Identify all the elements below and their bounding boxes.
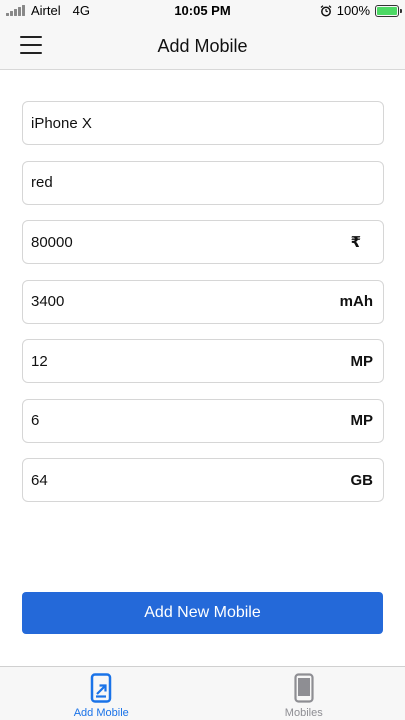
storage-field[interactable]: GB xyxy=(22,458,384,502)
storage-unit-label: GB xyxy=(350,471,374,489)
battery-field[interactable]: mAh xyxy=(22,279,384,324)
add-new-mobile-button[interactable]: Add New Mobile xyxy=(22,592,383,634)
front-camera-input[interactable] xyxy=(23,399,303,442)
price-input[interactable] xyxy=(23,221,303,263)
app-header: Add Mobile xyxy=(0,22,405,70)
battery-icon xyxy=(375,4,402,17)
price-field[interactable]: ₹ xyxy=(22,220,384,264)
battery-percent: 100% xyxy=(336,3,370,18)
tab-add-mobile[interactable]: Add Mobile xyxy=(0,667,203,720)
rupee-unit-label: ₹ xyxy=(350,234,361,251)
rear-camera-unit-label: MP xyxy=(350,352,374,370)
model-input[interactable] xyxy=(23,102,303,144)
front-camera-field[interactable]: MP xyxy=(22,398,384,443)
add-mobile-form: ₹ mAh MP MP GB xyxy=(22,101,384,518)
add-mobile-icon xyxy=(91,673,112,703)
front-camera-unit-label: MP xyxy=(350,412,374,429)
tab-add-mobile-label: Add Mobile xyxy=(73,707,129,719)
page-title: Add Mobile xyxy=(157,36,248,56)
status-bar: Airtel 4G 10:05 PM 100% xyxy=(0,0,405,22)
status-right: 100% xyxy=(320,3,402,18)
mobile-phone-icon xyxy=(294,673,314,703)
model-field[interactable] xyxy=(22,101,384,145)
color-input[interactable] xyxy=(23,161,303,204)
bottom-tab-bar: Add Mobile Mobiles xyxy=(0,666,405,720)
rear-camera-field[interactable]: MP xyxy=(22,339,384,383)
color-field[interactable] xyxy=(22,160,384,205)
tab-mobiles[interactable]: Mobiles xyxy=(203,667,405,720)
mah-unit-label: mAh xyxy=(339,293,373,310)
tab-mobiles-label: Mobiles xyxy=(284,707,323,719)
alarm-icon xyxy=(320,4,332,16)
battery-input[interactable] xyxy=(23,280,303,323)
battery-fill xyxy=(377,6,397,15)
rear-camera-input[interactable] xyxy=(23,340,303,382)
storage-input[interactable] xyxy=(23,459,303,501)
